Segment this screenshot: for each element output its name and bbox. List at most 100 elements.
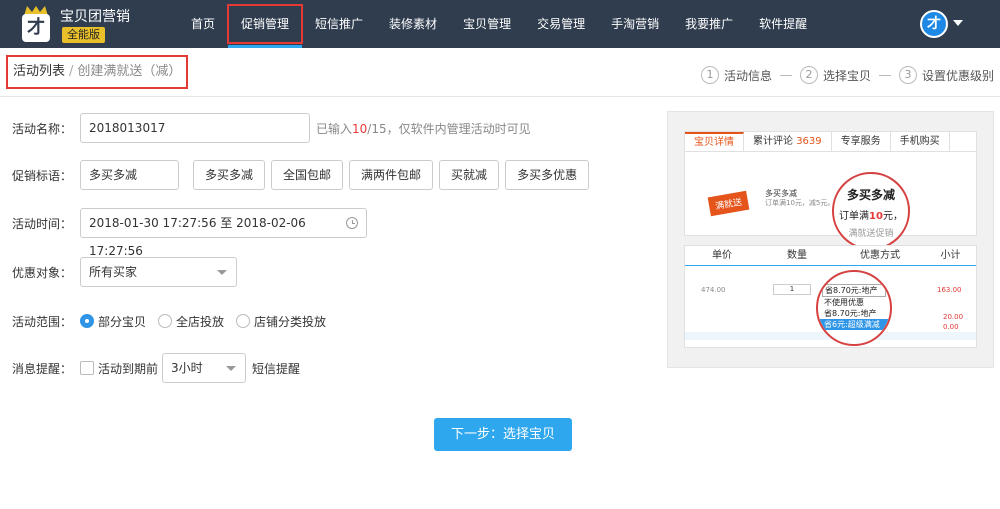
scope-radio-category[interactable]: 店铺分类投放 bbox=[236, 313, 326, 330]
slogan-tag-button[interactable]: 全国包邮 bbox=[271, 160, 344, 190]
promo-detail: 订单满10元，减5元。 bbox=[765, 199, 835, 207]
hint-suffix: /15，仅软件内管理活动时可见 bbox=[367, 121, 531, 136]
radio-label: 店铺分类投放 bbox=[254, 314, 327, 329]
radio-label: 部分宝贝 bbox=[98, 314, 147, 329]
radio-unchecked-icon bbox=[158, 314, 173, 328]
row-reminder: 消息提醒： 活动到期前 3小时 短信提醒 bbox=[0, 353, 300, 383]
cart-subtotal-3: 0.00 bbox=[943, 323, 959, 331]
cart-header-cell: 优惠方式 bbox=[860, 250, 900, 261]
step-number: 3 bbox=[898, 66, 917, 84]
activity-name-input[interactable]: 2018013017 bbox=[80, 113, 310, 143]
scope-radio-partial[interactable]: 部分宝贝 bbox=[80, 313, 146, 330]
step-label: 设置优惠级别 bbox=[921, 68, 994, 83]
nav-item-alerts[interactable]: 软件提醒 bbox=[746, 0, 820, 48]
breadcrumb-separator: / bbox=[69, 64, 74, 79]
preview-tab: 累计评论 3639 bbox=[744, 132, 832, 151]
step-divider bbox=[878, 74, 891, 76]
target-select[interactable]: 所有买家 bbox=[80, 257, 237, 287]
slogan-input[interactable]: 多买多减 bbox=[80, 160, 179, 190]
next-step-button[interactable]: 下一步：选择宝贝 bbox=[434, 418, 572, 451]
callout-note: 满就送促销 bbox=[848, 229, 894, 239]
review-count: 3639 bbox=[796, 136, 822, 147]
app-title: 宝贝团营销 bbox=[60, 9, 130, 25]
reminder-interval-select[interactable]: 3小时 bbox=[162, 353, 247, 383]
nav-item-trade[interactable]: 交易管理 bbox=[524, 0, 598, 48]
cart-subtotal: 163.00 bbox=[937, 286, 962, 294]
radio-label: 全店投放 bbox=[176, 314, 225, 329]
slogan-tag-button[interactable]: 多买多优惠 bbox=[505, 160, 590, 190]
app-logo[interactable]: 才 bbox=[20, 6, 52, 42]
field-label: 优惠对象： bbox=[11, 265, 72, 280]
discount-option: 省8.70元:地产 bbox=[824, 309, 877, 318]
field-label: 促销标语： bbox=[11, 168, 72, 183]
hint-prefix: 已输入 bbox=[316, 121, 353, 136]
cart-header-cell: 小计 bbox=[940, 250, 961, 261]
breadcrumb-current: 创建满就送（减） bbox=[77, 64, 182, 79]
promo-badge: 满就送 bbox=[707, 190, 750, 217]
reminder-suffix: 短信提醒 bbox=[252, 361, 301, 376]
user-avatar[interactable]: 才 bbox=[920, 10, 948, 38]
header-divider bbox=[0, 96, 1000, 97]
cart-table-header: 单价 数量 优惠方式 小计 bbox=[685, 246, 976, 266]
field-label: 活动名称： bbox=[11, 121, 72, 136]
callout-amount: 10 bbox=[869, 211, 883, 222]
breadcrumb-parent[interactable]: 活动列表 bbox=[13, 64, 65, 79]
main-nav: 首页 促销管理 短信推广 装修素材 宝贝管理 交易管理 手淘营销 我要推广 软件… bbox=[178, 0, 820, 48]
chevron-down-icon[interactable] bbox=[953, 20, 963, 26]
nav-item-products[interactable]: 宝贝管理 bbox=[450, 0, 524, 48]
preview-tabs: 宝贝详情 累计评论 3639 专享服务 手机购买 bbox=[685, 132, 976, 152]
nav-item-promote[interactable]: 我要推广 bbox=[672, 0, 746, 48]
slogan-tag-button[interactable]: 满两件包邮 bbox=[349, 160, 434, 190]
preview-tab-label: 累计评论 bbox=[753, 136, 793, 147]
step-2: 2 选择宝贝 bbox=[799, 66, 871, 84]
time-range-value: 2018-01-30 17:27:56 至 2018-02-06 17:27:5… bbox=[89, 216, 306, 258]
breadcrumb: 活动列表 / 创建满就送（减） bbox=[6, 55, 189, 89]
checkbox-label: 活动到期前 bbox=[98, 361, 159, 376]
preview-product-card: 宝贝详情 累计评论 3639 专享服务 手机购买 满就送 多买多减 订单满10元… bbox=[684, 131, 977, 250]
nav-highlight-box bbox=[227, 4, 304, 44]
chevron-down-icon bbox=[226, 366, 237, 371]
discount-option: 省8.70元:地产 bbox=[822, 284, 886, 297]
step-label: 选择宝贝 bbox=[822, 68, 871, 83]
cart-price: 474.00 bbox=[701, 286, 726, 294]
slogan-tag-button[interactable]: 买就减 bbox=[439, 160, 500, 190]
nav-item-promotion[interactable]: 促销管理 bbox=[227, 0, 304, 48]
row-target: 优惠对象： 所有买家 bbox=[0, 257, 237, 287]
callout-title: 多买多减 bbox=[846, 188, 895, 202]
discount-option: 不使用优惠 bbox=[824, 298, 864, 307]
callout-line: 订单满10元， bbox=[834, 207, 908, 222]
edition-badge: 全能版 bbox=[62, 27, 105, 43]
scope-radio-all[interactable]: 全店投放 bbox=[158, 313, 224, 330]
field-label: 消息提醒： bbox=[11, 361, 72, 376]
field-label: 活动范围： bbox=[11, 314, 72, 329]
clock-icon bbox=[346, 217, 358, 229]
nav-item-mobile[interactable]: 手淘营销 bbox=[598, 0, 672, 48]
logo-char: 才 bbox=[22, 14, 50, 42]
field-label: 活动时间： bbox=[11, 216, 72, 231]
radio-checked-icon bbox=[80, 314, 94, 328]
top-navbar: 才 宝贝团营销 全能版 首页 促销管理 短信推广 装修素材 宝贝管理 交易管理 … bbox=[0, 0, 1000, 48]
cart-qty: 1 bbox=[773, 284, 811, 295]
hint-count: 10 bbox=[352, 121, 368, 136]
step-indicator: 1 活动信息 2 选择宝贝 3 设置优惠级别 bbox=[700, 66, 994, 84]
step-3: 3 设置优惠级别 bbox=[898, 66, 994, 84]
discount-option-selected: 省6元:超级满减 bbox=[818, 319, 890, 330]
cart-subtotal-2: 20.00 bbox=[943, 313, 964, 321]
chevron-down-icon bbox=[217, 270, 227, 275]
nav-item-sms[interactable]: 短信推广 bbox=[302, 0, 376, 48]
cart-header-cell: 单价 bbox=[712, 250, 732, 261]
name-length-hint: 已输入10/15，仅软件内管理活动时可见 bbox=[316, 120, 531, 137]
step-label: 活动信息 bbox=[723, 68, 772, 83]
slogan-tag-button[interactable]: 多买多减 bbox=[193, 160, 266, 190]
cart-header-cell: 数量 bbox=[787, 250, 807, 261]
callout-suffix: 元， bbox=[882, 211, 903, 222]
reminder-checkbox[interactable] bbox=[80, 361, 94, 375]
nav-item-decoration[interactable]: 装修素材 bbox=[376, 0, 450, 48]
step-divider bbox=[779, 74, 792, 76]
preview-tab: 宝贝详情 bbox=[685, 132, 744, 151]
step-number: 2 bbox=[799, 66, 818, 84]
activity-time-input[interactable]: 2018-01-30 17:27:56 至 2018-02-06 17:27:5… bbox=[80, 208, 367, 258]
nav-item-home[interactable]: 首页 bbox=[178, 0, 228, 48]
target-selected-value: 所有买家 bbox=[89, 265, 138, 279]
radio-unchecked-icon bbox=[236, 314, 251, 328]
